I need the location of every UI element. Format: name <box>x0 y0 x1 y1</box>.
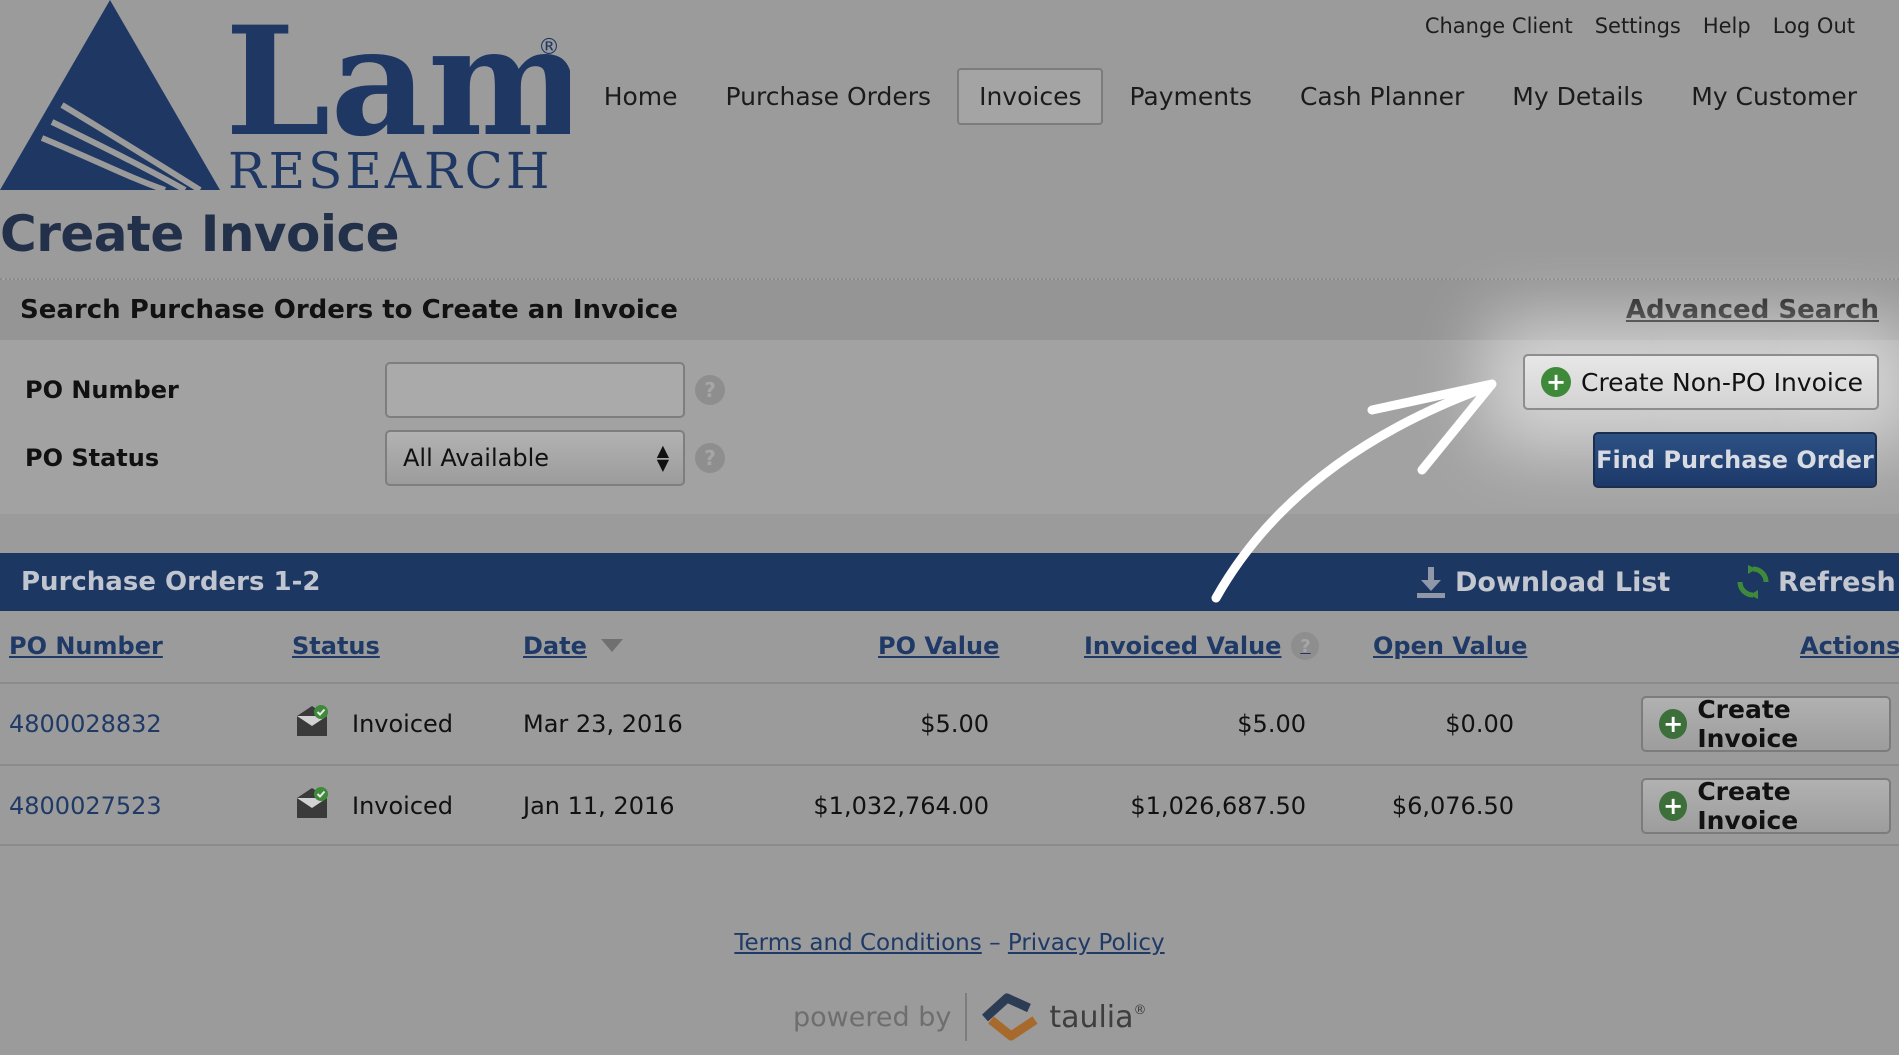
taulia-brand-text: taulia <box>1049 999 1134 1035</box>
po-status-help-icon[interactable]: ? <box>695 443 725 473</box>
powered-by-text: powered by <box>793 993 968 1041</box>
download-icon <box>1417 567 1445 598</box>
nav-purchase-orders[interactable]: Purchase Orders <box>704 68 954 125</box>
invoiced-value-text: $5.00 <box>1237 710 1306 738</box>
table-row: 4800028832 Invoiced Mar 23, 2016 $5.00 $… <box>0 682 1899 764</box>
lam-research-logo[interactable]: Lam RESEARCH ® <box>0 0 586 200</box>
nav-home[interactable]: Home <box>582 68 700 125</box>
taulia-logo-icon <box>982 993 1038 1041</box>
sort-desc-icon <box>600 639 623 652</box>
search-header: Search Purchase Orders to Create an Invo… <box>0 280 1899 340</box>
footer-separator: – <box>989 930 1001 956</box>
create-non-po-invoice-label: Create Non-PO Invoice <box>1581 367 1863 397</box>
po-status-label: PO Status <box>25 444 160 472</box>
privacy-link[interactable]: Privacy Policy <box>1008 930 1165 956</box>
open-value-text: $6,076.50 <box>1391 792 1514 820</box>
invoiced-value-help-icon[interactable]: ? <box>1291 632 1320 660</box>
create-non-po-invoice-button[interactable]: + Create Non-PO Invoice <box>1523 354 1879 410</box>
open-value-text: $0.00 <box>1445 710 1514 738</box>
status-text: Invoiced <box>352 792 454 820</box>
create-invoice-label: Create Invoice <box>1697 695 1799 753</box>
po-value-text: $5.00 <box>920 710 989 738</box>
advanced-search-link[interactable]: Advanced Search <box>1626 295 1879 325</box>
search-title: Search Purchase Orders to Create an Invo… <box>20 295 678 325</box>
po-status-select[interactable]: All Available ▲ ▼ <box>385 430 685 486</box>
terms-link[interactable]: Terms and Conditions <box>734 930 981 956</box>
nav-my-customer[interactable]: My Customer <box>1669 68 1879 125</box>
invoiced-envelope-icon <box>297 787 328 818</box>
table-row: 4800027523 Invoiced Jan 11, 2016 $1,032,… <box>0 764 1899 846</box>
po-status-selected-value: All Available <box>403 444 550 472</box>
invoiced-value-text: $1,026,687.50 <box>1130 792 1306 820</box>
po-number-row: PO Number ? <box>25 362 725 418</box>
po-number-link[interactable]: 4800028832 <box>9 710 162 738</box>
create-invoice-button[interactable]: + Create Invoice <box>1641 695 1891 753</box>
nav-my-details[interactable]: My Details <box>1490 68 1665 125</box>
nav-invoices[interactable]: Invoices <box>957 68 1104 125</box>
page-title: Create Invoice <box>0 205 400 263</box>
column-po-value[interactable]: PO Value <box>878 632 999 660</box>
create-invoice-label: Create Invoice <box>1697 777 1799 835</box>
column-invoiced-value[interactable]: Invoiced Value ? <box>1084 632 1320 660</box>
po-value-text: $1,032,764.00 <box>813 792 989 820</box>
change-client-link[interactable]: Change Client <box>1425 14 1573 38</box>
column-po-number[interactable]: PO Number <box>9 632 163 660</box>
plus-circle-icon: + <box>1659 709 1688 739</box>
date-text: Mar 23, 2016 <box>523 710 683 738</box>
purchase-orders-count-title: Purchase Orders 1-2 <box>21 567 321 597</box>
download-list-button[interactable]: Download List <box>1415 553 1670 611</box>
column-actions[interactable]: Actions <box>1800 632 1899 660</box>
column-open-value[interactable]: Open Value <box>1373 632 1527 660</box>
refresh-label: Refresh <box>1778 566 1896 598</box>
plus-circle-icon: + <box>1659 791 1688 821</box>
column-status[interactable]: Status <box>292 632 380 660</box>
po-number-help-icon[interactable]: ? <box>695 375 725 405</box>
log-out-link[interactable]: Log Out <box>1773 14 1855 38</box>
main-nav: Home Purchase Orders Invoices Payments C… <box>578 68 1879 125</box>
select-arrows-icon: ▲ ▼ <box>656 441 669 474</box>
column-date-label: Date <box>523 632 587 660</box>
po-number-input[interactable] <box>385 362 685 418</box>
status-text: Invoiced <box>352 710 454 738</box>
utility-nav: Change Client Settings Help Log Out <box>1425 14 1855 38</box>
svg-text:RESEARCH: RESEARCH <box>228 142 553 195</box>
refresh-button[interactable]: Refresh <box>1736 553 1896 611</box>
purchase-orders-bar: Purchase Orders 1-2 Download List Refres… <box>0 553 1899 611</box>
column-invoiced-value-label: Invoiced Value <box>1084 632 1282 660</box>
settings-link[interactable]: Settings <box>1595 14 1681 38</box>
po-status-row: PO Status All Available ▲ ▼ ? <box>25 430 725 486</box>
column-date[interactable]: Date <box>523 632 623 660</box>
download-list-label: Download List <box>1455 566 1671 598</box>
nav-cash-planner[interactable]: Cash Planner <box>1278 68 1486 125</box>
svg-text:®: ® <box>538 35 560 60</box>
help-link[interactable]: Help <box>1703 14 1751 38</box>
invoiced-envelope-icon <box>297 705 328 736</box>
powered-by-taulia: powered by taulia ® <box>793 990 1147 1044</box>
nav-payments[interactable]: Payments <box>1107 68 1273 125</box>
po-number-label: PO Number <box>25 376 179 404</box>
plus-circle-icon: + <box>1541 367 1571 397</box>
footer-links: Terms and Conditions – Privacy Policy <box>0 930 1899 956</box>
date-text: Jan 11, 2016 <box>523 792 675 820</box>
refresh-icon <box>1737 565 1769 599</box>
create-invoice-button[interactable]: + Create Invoice <box>1641 777 1891 835</box>
po-number-link[interactable]: 4800027523 <box>9 792 162 820</box>
taulia-registered-mark: ® <box>1133 1002 1147 1018</box>
find-purchase-order-button[interactable]: Find Purchase Order <box>1593 432 1877 488</box>
